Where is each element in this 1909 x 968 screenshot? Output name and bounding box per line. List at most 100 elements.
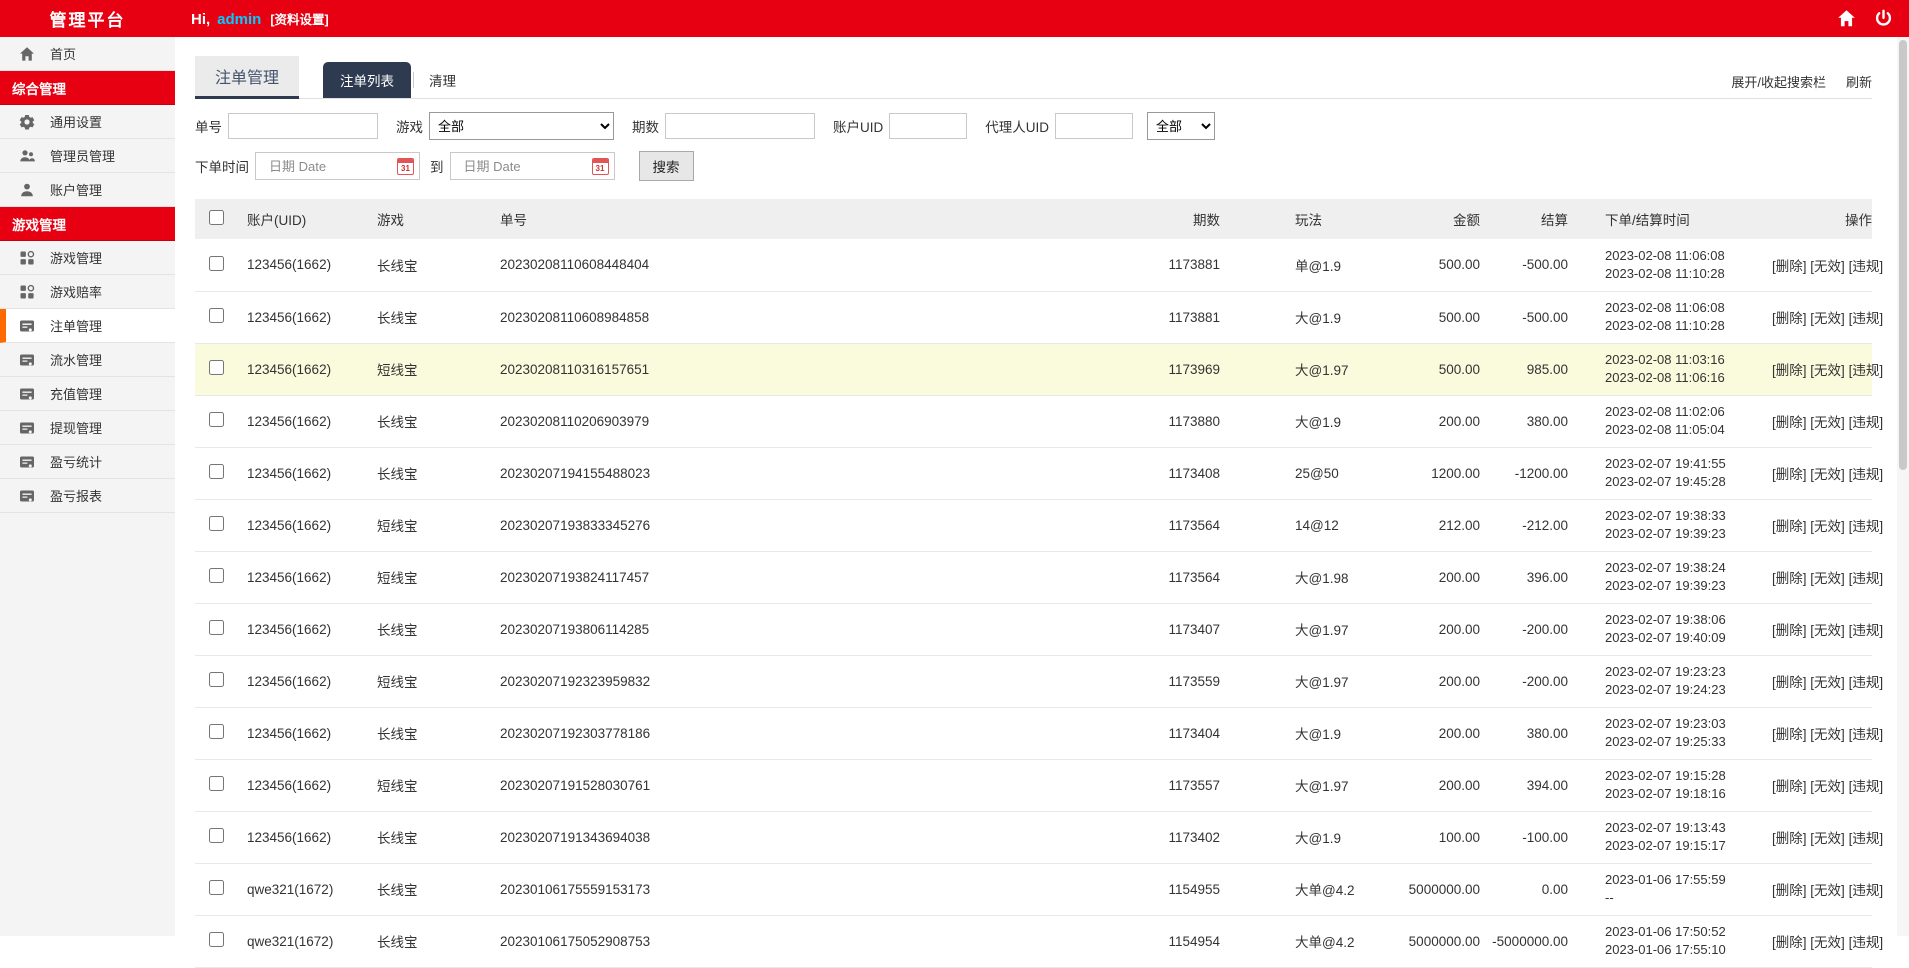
row-checkbox[interactable]: [208, 776, 224, 791]
invalid-link[interactable]: [无效]: [1810, 259, 1845, 274]
sidebar-item-3[interactable]: 管理员管理: [0, 139, 175, 173]
invalid-link[interactable]: [无效]: [1810, 883, 1845, 898]
settle-time: 2023-02-07 19:15:17: [1605, 838, 1726, 853]
invalid-link[interactable]: [无效]: [1810, 571, 1845, 586]
row-checkbox[interactable]: [208, 412, 224, 427]
sidebar-item-0[interactable]: 首页: [0, 37, 175, 71]
row-checkbox[interactable]: [208, 932, 224, 947]
violation-link[interactable]: [违规]: [1849, 311, 1884, 326]
row-checkbox[interactable]: [208, 360, 224, 375]
violation-link[interactable]: [违规]: [1849, 519, 1884, 534]
account-uid-input[interactable]: [889, 113, 968, 139]
row-checkbox[interactable]: [208, 568, 224, 583]
violation-link[interactable]: [违规]: [1849, 571, 1884, 586]
search-button[interactable]: 搜索: [638, 151, 694, 181]
sidebar-item-12[interactable]: 盈亏统计: [0, 445, 175, 479]
sidebar-item-4[interactable]: 账户管理: [0, 173, 175, 207]
invalid-link[interactable]: [无效]: [1810, 727, 1845, 742]
delete-link[interactable]: [删除]: [1772, 467, 1807, 482]
violation-link[interactable]: [违规]: [1849, 779, 1884, 794]
status-select[interactable]: 全部: [1147, 112, 1215, 140]
page-scrollbar[interactable]: [1897, 37, 1909, 936]
invalid-link[interactable]: [无效]: [1810, 623, 1845, 638]
delete-link[interactable]: [删除]: [1772, 623, 1807, 638]
violation-link[interactable]: [违规]: [1849, 415, 1884, 430]
invalid-link[interactable]: [无效]: [1810, 935, 1845, 950]
invalid-link[interactable]: [无效]: [1810, 467, 1845, 482]
row-checkbox[interactable]: [208, 516, 224, 531]
app-title: 管理平台: [49, 11, 126, 30]
violation-link[interactable]: [违规]: [1849, 727, 1884, 742]
period-cell: 1173881: [940, 239, 1220, 292]
sidebar-item-9[interactable]: 流水管理: [0, 343, 175, 377]
date-to-input[interactable]: [457, 153, 592, 179]
sidebar-item-11[interactable]: 提现管理: [0, 411, 175, 445]
invalid-link[interactable]: [无效]: [1810, 311, 1845, 326]
violation-link[interactable]: [违规]: [1849, 623, 1884, 638]
violation-link[interactable]: [违规]: [1849, 675, 1884, 690]
violation-link[interactable]: [违规]: [1849, 467, 1884, 482]
delete-link[interactable]: [删除]: [1772, 675, 1807, 690]
delete-link[interactable]: [删除]: [1772, 519, 1807, 534]
violation-link[interactable]: [违规]: [1849, 883, 1884, 898]
row-checkbox-cell: [195, 863, 237, 916]
order-no-input[interactable]: [228, 113, 378, 139]
row-checkbox[interactable]: [208, 828, 224, 843]
row-checkbox[interactable]: [208, 880, 224, 895]
toggle-search-link[interactable]: 展开/收起搜索栏: [1731, 72, 1826, 91]
delete-link[interactable]: [删除]: [1772, 883, 1807, 898]
sidebar-item-2[interactable]: 通用设置: [0, 105, 175, 139]
delete-link[interactable]: [删除]: [1772, 571, 1807, 586]
refresh-link[interactable]: 刷新: [1846, 72, 1872, 91]
row-checkbox[interactable]: [208, 464, 224, 479]
sidebar-item-10[interactable]: 充值管理: [0, 377, 175, 411]
invalid-link[interactable]: [无效]: [1810, 519, 1845, 534]
page-title: 注单管理: [195, 56, 300, 99]
sidebar-item-8[interactable]: 注单管理: [0, 309, 175, 343]
row-checkbox[interactable]: [208, 308, 224, 323]
row-checkbox[interactable]: [208, 620, 224, 635]
delete-link[interactable]: [删除]: [1772, 415, 1807, 430]
tab-cleanup[interactable]: 清理: [416, 62, 469, 98]
home-icon: [19, 46, 35, 62]
order-settle-time-cell: 2023-01-06 17:50:52 2023-01-06 17:55:10: [1568, 915, 1772, 968]
period-input[interactable]: [665, 113, 815, 139]
calendar-icon[interactable]: 31: [397, 157, 414, 175]
violation-link[interactable]: [违规]: [1849, 259, 1884, 274]
delete-link[interactable]: [删除]: [1772, 259, 1807, 274]
invalid-link[interactable]: [无效]: [1810, 675, 1845, 690]
invalid-link[interactable]: [无效]: [1810, 779, 1845, 794]
invalid-link[interactable]: [无效]: [1810, 415, 1845, 430]
date-from-input[interactable]: [263, 153, 397, 179]
sidebar-item-13[interactable]: 盈亏报表: [0, 479, 175, 513]
order-settle-time-cell: 2023-01-06 17:55:59 --: [1568, 863, 1772, 916]
invalid-link[interactable]: [无效]: [1810, 363, 1845, 378]
violation-link[interactable]: [违规]: [1849, 935, 1884, 950]
profile-settings-link[interactable]: [资料设置]: [270, 9, 328, 28]
logout-power-icon[interactable]: [1874, 9, 1893, 28]
violation-link[interactable]: [违规]: [1849, 831, 1884, 846]
delete-link[interactable]: [删除]: [1772, 779, 1807, 794]
sidebar-item-6[interactable]: 游戏管理: [0, 241, 175, 275]
select-all-checkbox[interactable]: [208, 210, 224, 225]
row-checkbox[interactable]: [208, 672, 224, 687]
game-select[interactable]: 全部: [429, 112, 614, 140]
delete-link[interactable]: [删除]: [1772, 831, 1807, 846]
tab-order-list[interactable]: 注单列表: [323, 62, 412, 98]
row-checkbox-cell: [195, 707, 237, 760]
invalid-link[interactable]: [无效]: [1810, 831, 1845, 846]
row-checkbox[interactable]: [208, 255, 224, 271]
row-checkbox[interactable]: [208, 724, 224, 739]
sidebar-item-7[interactable]: 游戏赔率: [0, 275, 175, 309]
calendar-icon[interactable]: 31: [591, 157, 609, 175]
delete-link[interactable]: [删除]: [1772, 363, 1807, 378]
violation-link[interactable]: [违规]: [1849, 363, 1884, 378]
delete-link[interactable]: [删除]: [1772, 311, 1807, 326]
delete-link[interactable]: [删除]: [1772, 727, 1807, 742]
agent-uid-input[interactable]: [1055, 113, 1133, 139]
scrollbar-thumb[interactable]: [1899, 40, 1907, 470]
delete-link[interactable]: [删除]: [1772, 935, 1807, 950]
order-settle-time-cell: 2023-02-07 19:41:55 2023-02-07 19:45:28: [1568, 447, 1772, 500]
home-icon[interactable]: [1837, 9, 1856, 28]
game-cell: 长线宝: [377, 291, 492, 344]
